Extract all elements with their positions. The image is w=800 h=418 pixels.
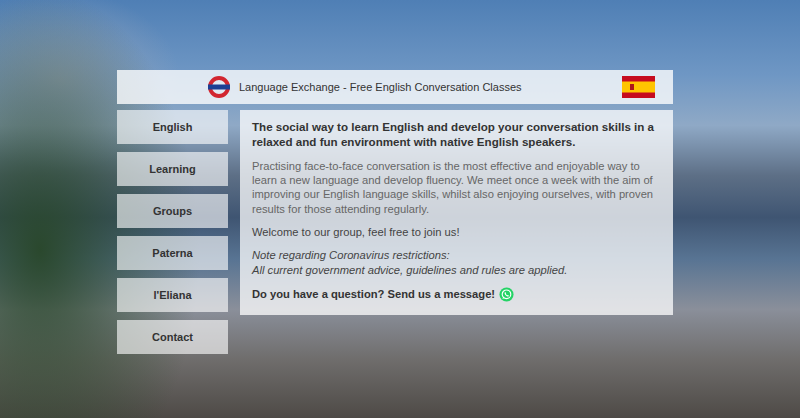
sidebar-item[interactable]: English [117,110,228,144]
sidebar: English Learning Groups Paterna l'Eliana Cont… [117,110,228,354]
roundel-logo-icon [207,75,231,99]
intro-paragraph: Practising face-to-face conversation is … [252,159,661,216]
sidebar-item[interactable]: Groups [117,194,228,228]
sidebar-item[interactable]: l'Eliana [117,278,228,312]
covid-note: Note regarding Coronavirus restrictions:… [252,248,661,277]
site-title: Language Exchange - Free English Convers… [239,79,614,96]
welcome-text: Welcome to our group, feel free to join … [252,225,661,239]
note-title: Note regarding Coronavirus restrictions: [252,248,661,262]
headline: The social way to learn English and deve… [252,120,661,150]
header-bar: Language Exchange - Free English Convers… [117,70,673,104]
question-text: Do you have a question? Send us a messag… [252,286,495,303]
intro-panel: The social way to learn English and deve… [240,110,673,315]
contact-line: Do you have a question? Send us a messag… [252,286,661,303]
page: Language Exchange - Free English Convers… [117,0,673,354]
sidebar-item[interactable]: Paterna [117,236,228,270]
sidebar-item[interactable]: Contact [117,320,228,354]
content-area: English Learning Groups Paterna l'Eliana Cont… [117,110,673,354]
spanish-flag-icon[interactable] [622,76,655,98]
note-body: All current government advice, guideline… [252,263,661,277]
whatsapp-icon[interactable] [499,287,514,302]
sidebar-item[interactable]: Learning [117,152,228,186]
